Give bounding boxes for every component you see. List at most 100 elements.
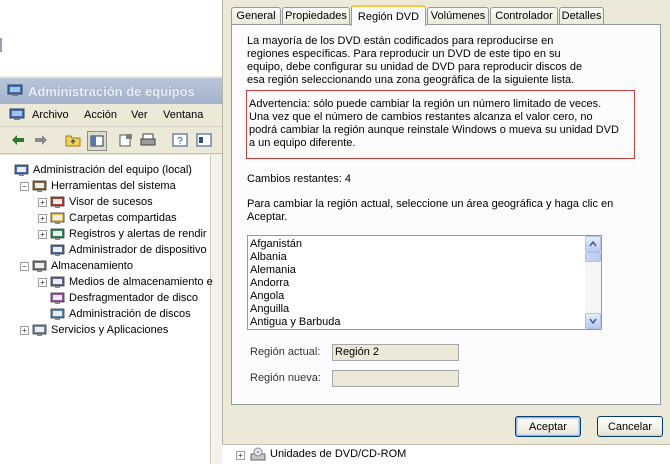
mmc-menu-icon[interactable] <box>9 108 25 122</box>
expand-toggle[interactable]: − <box>20 182 29 191</box>
expand-toggle[interactable]: + <box>20 326 29 335</box>
expand-toggle[interactable]: − <box>20 262 29 271</box>
warning-line: podrá cambiar la región aunque reinstale… <box>249 124 619 136</box>
tree-node-label: Herramientas del sistema <box>51 180 176 192</box>
intro-line: esa región seleccionando una zona geográ… <box>247 74 575 86</box>
window-edge-artifact <box>0 38 2 52</box>
warning-box: Advertencia: sólo puede cambiar la regió… <box>246 90 635 159</box>
current-region-label: Región actual: <box>250 346 321 358</box>
dvd-properties-dialog: General Propiedades Región DVD Volúmenes… <box>222 0 670 444</box>
device-manager-icon <box>50 244 65 256</box>
intro-line: equipo, debe configurar su unidad de DVD… <box>247 61 583 73</box>
dvd-drives-node[interactable]: Unidades de DVD/CD-ROM <box>270 448 406 460</box>
expand-toggle[interactable]: + <box>236 451 245 460</box>
event-viewer-icon <box>50 196 65 208</box>
forward-arrow-icon[interactable] <box>32 131 50 149</box>
mmc-title-bar[interactable]: Administración de equipos <box>0 78 222 104</box>
tree-node-label: Registros y alertas de rendir <box>69 228 207 240</box>
warning-line: Advertencia: sólo puede cambiar la regió… <box>249 98 602 110</box>
tree-node-label: Medios de almacenamiento e <box>69 276 213 288</box>
menu-accion[interactable]: Acción <box>84 109 117 121</box>
expand-toggle[interactable]: + <box>38 230 47 239</box>
up-folder-icon[interactable] <box>64 131 82 149</box>
mmc-toolbar: ? <box>0 127 222 154</box>
print-icon[interactable] <box>139 131 157 149</box>
tools-icon <box>32 180 47 192</box>
tree-node[interactable]: Desfragmentador de disco <box>50 290 198 306</box>
list-item[interactable]: Anguilla <box>250 303 289 316</box>
tab-general[interactable]: General <box>231 7 281 24</box>
tree-node[interactable]: Almacenamiento <box>32 258 133 274</box>
tree-node[interactable]: Administración de discos <box>50 306 191 322</box>
defrag-icon <box>50 292 65 304</box>
expand-toggle[interactable]: + <box>38 214 47 223</box>
dvd-drive-icon <box>250 447 266 461</box>
tree-node-label: Desfragmentador de disco <box>69 292 199 304</box>
warning-line: Una vez que el número de cambios restant… <box>249 111 593 123</box>
tab-details[interactable]: Detalles <box>559 7 604 24</box>
tree-node-label: Visor de sucesos <box>69 196 153 208</box>
tab-volumes[interactable]: Volúmenes <box>427 7 489 24</box>
tab-driver[interactable]: Controlador <box>490 7 558 24</box>
tree-node-label: Administración de discos <box>69 308 191 320</box>
console-tree[interactable]: Administración del equipo (local) − Herram… <box>0 155 222 464</box>
tree-node[interactable]: Carpetas compartidas <box>50 210 177 226</box>
instruction-text: Para cambiar la región actual, seleccion… <box>247 198 613 224</box>
removable-storage-icon <box>50 276 65 288</box>
tree-node[interactable]: Administración del equipo (local) <box>14 162 192 178</box>
instruction-line: Aceptar. <box>247 211 288 223</box>
menu-ventana[interactable]: Ventana <box>163 109 203 121</box>
help-icon[interactable]: ? <box>171 131 189 149</box>
warning-text: Advertencia: sólo puede cambiar la regió… <box>249 98 619 150</box>
region-list-scrollbar[interactable] <box>585 236 601 329</box>
tree-node[interactable]: Registros y alertas de rendir <box>50 226 207 242</box>
tree-node[interactable]: Visor de sucesos <box>50 194 153 210</box>
expand-toggle[interactable]: + <box>38 198 47 207</box>
intro-text: La mayoría de los DVD están codificados … <box>247 35 582 87</box>
tree-node-label: Almacenamiento <box>51 260 133 272</box>
ok-button[interactable]: Aceptar <box>515 416 581 437</box>
scroll-up-icon[interactable] <box>585 236 601 252</box>
properties-icon[interactable] <box>117 131 135 149</box>
tree-node-label: Servicios y Aplicaciones <box>51 324 169 336</box>
current-region-field: Región 2 <box>332 344 459 361</box>
tree-node[interactable]: Herramientas del sistema <box>32 178 176 194</box>
list-item[interactable]: Alemania <box>250 264 296 277</box>
list-item[interactable]: Afganistán <box>250 238 302 251</box>
warning-line: a un equipo diferente. <box>249 137 356 149</box>
list-item[interactable]: Albania <box>250 251 287 264</box>
storage-icon <box>32 260 47 272</box>
console-icon[interactable] <box>195 131 213 149</box>
new-region-field <box>332 370 459 387</box>
list-item[interactable]: Andorra <box>250 277 289 290</box>
tree-node[interactable]: Administrador de dispositivo <box>50 242 207 258</box>
show-hide-tree-icon[interactable] <box>87 131 107 151</box>
tree-scrollbar[interactable] <box>210 155 222 464</box>
tab-properties[interactable]: Propiedades <box>282 7 350 24</box>
intro-line: La mayoría de los DVD están codificados … <box>247 35 554 47</box>
menu-ver[interactable]: Ver <box>131 109 148 121</box>
list-item[interactable]: Angola <box>250 290 284 303</box>
instruction-line: Para cambiar la región actual, seleccion… <box>247 198 614 210</box>
scroll-down-icon[interactable] <box>585 313 601 329</box>
intro-line: regiones específicas. Para reproducir un… <box>247 48 561 60</box>
region-list[interactable]: Afganistán Albania Alemania Andorra Ango… <box>247 235 602 330</box>
expand-toggle[interactable]: + <box>38 278 47 287</box>
svg-text:?: ? <box>177 136 183 147</box>
mmc-title: Administración de equipos <box>28 84 195 99</box>
performance-log-icon <box>50 228 65 240</box>
device-list-strip: + Unidades de DVD/CD-ROM <box>222 444 670 465</box>
tree-node-label: Administración del equipo (local) <box>33 164 192 176</box>
tree-node-label: Carpetas compartidas <box>69 212 177 224</box>
tab-dvd-region[interactable]: Región DVD <box>351 5 426 26</box>
cancel-button[interactable]: Cancelar <box>597 416 663 437</box>
back-arrow-icon[interactable] <box>9 131 27 149</box>
menu-archivo[interactable]: Archivo <box>32 109 69 121</box>
tree-node-label: Administrador de dispositivo <box>69 244 207 256</box>
new-region-label: Región nueva: <box>250 372 321 384</box>
scroll-thumb[interactable] <box>585 252 601 262</box>
list-item[interactable]: Antigua y Barbuda <box>250 316 341 329</box>
tree-node[interactable]: Servicios y Aplicaciones <box>32 322 168 338</box>
tree-node[interactable]: Medios de almacenamiento e <box>50 274 213 290</box>
disk-management-icon <box>50 308 65 320</box>
